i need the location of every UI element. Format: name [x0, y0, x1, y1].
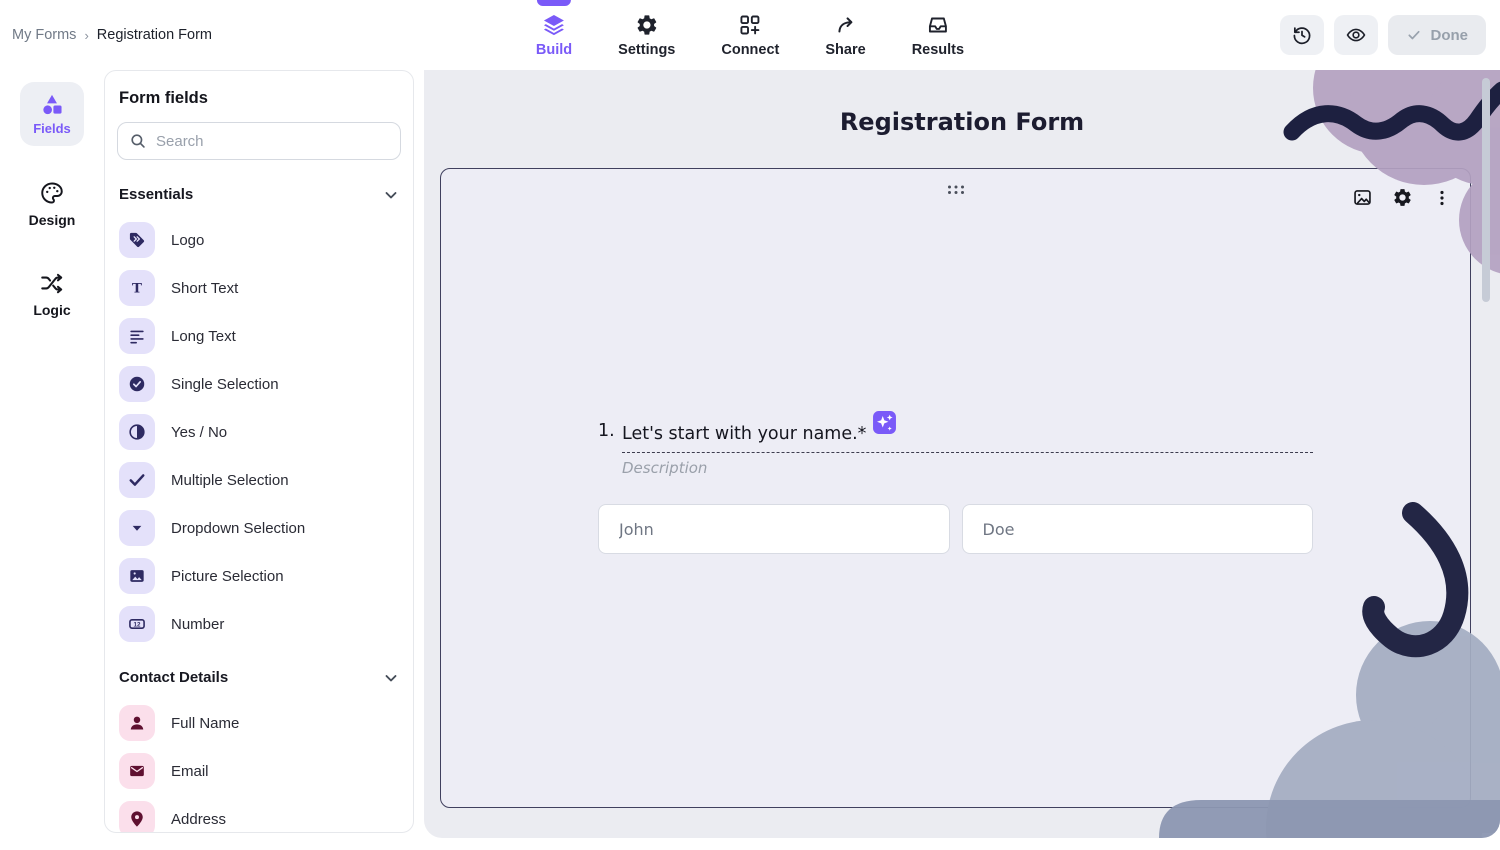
share-arrow-icon — [834, 13, 858, 37]
checkmark-icon — [119, 462, 155, 498]
preview-button[interactable] — [1334, 15, 1378, 55]
sparkles-icon[interactable] — [872, 410, 897, 435]
field-item-long-text[interactable]: Long Text — [105, 312, 413, 360]
eye-icon — [1345, 24, 1367, 46]
palette-icon — [39, 180, 65, 206]
panel-title: Form fields — [119, 89, 413, 108]
first-name-input[interactable] — [598, 504, 950, 554]
tab-results[interactable]: Results — [912, 0, 964, 70]
check-icon — [1406, 27, 1422, 43]
align-left-icon — [119, 318, 155, 354]
field-item-short-text[interactable]: T Short Text — [105, 264, 413, 312]
form-title[interactable]: Registration Form — [424, 108, 1500, 136]
last-name-input[interactable] — [962, 504, 1314, 554]
field-item-logo[interactable]: Logo — [105, 216, 413, 264]
rail-label-logic: Logic — [33, 302, 70, 318]
location-pin-icon — [119, 801, 155, 833]
person-icon — [119, 705, 155, 741]
drag-handle-icon[interactable] — [946, 184, 965, 195]
field-item-single-selection[interactable]: Single Selection — [105, 360, 413, 408]
chevron-down-icon — [383, 670, 399, 686]
top-actions: Done — [1280, 15, 1487, 55]
envelope-icon — [119, 753, 155, 789]
number-pad-icon: 12 — [119, 606, 155, 642]
tab-settings[interactable]: Settings — [618, 0, 675, 70]
rail-item-logic[interactable]: Logic — [0, 270, 104, 318]
tab-connect[interactable]: Connect — [721, 0, 779, 70]
tab-share[interactable]: Share — [825, 0, 865, 70]
field-item-multiple-selection[interactable]: Multiple Selection — [105, 456, 413, 504]
gear-icon — [635, 13, 659, 37]
field-item-email[interactable]: Email — [105, 747, 413, 795]
tag-icon — [119, 222, 155, 258]
left-rail: Fields Design Logic — [0, 70, 104, 850]
question-title-field[interactable]: Let's start with your name.* — [622, 419, 1313, 453]
shapes-icon — [39, 92, 65, 118]
kebab-menu-icon[interactable] — [1432, 188, 1452, 208]
tab-build[interactable]: Build — [536, 0, 572, 70]
caret-down-icon — [119, 510, 155, 546]
breadcrumb-separator: › — [84, 28, 88, 43]
active-tab-indicator — [537, 0, 571, 6]
contact-rows: Full Name Email Address — [105, 699, 413, 833]
field-item-full-name[interactable]: Full Name — [105, 699, 413, 747]
layers-icon — [542, 13, 566, 37]
breadcrumb: My Forms › Registration Form — [12, 0, 212, 70]
field-item-dropdown-selection[interactable]: Dropdown Selection — [105, 504, 413, 552]
letter-t-icon: T — [119, 270, 155, 306]
form-page-card[interactable]: 1. Let's start with your name.* Descript… — [440, 168, 1471, 808]
form-fields-panel: Form fields Essentials Logo T Short Text — [104, 70, 414, 833]
check-circle-icon — [119, 366, 155, 402]
search-input[interactable] — [156, 133, 389, 150]
grid-plus-icon — [738, 13, 762, 37]
history-icon — [1291, 24, 1313, 46]
question-row: 1. Let's start with your name.* — [598, 419, 1313, 453]
name-inputs-row — [598, 504, 1313, 554]
search-icon — [129, 132, 147, 150]
done-label: Done — [1431, 27, 1469, 44]
rail-item-design[interactable]: Design — [0, 180, 104, 228]
history-button[interactable] — [1280, 15, 1324, 55]
top-bar: My Forms › Registration Form Build Setti… — [0, 0, 1500, 70]
image-icon — [119, 558, 155, 594]
field-item-picture-selection[interactable]: Picture Selection — [105, 552, 413, 600]
gear-icon[interactable] — [1392, 187, 1413, 208]
done-button[interactable]: Done — [1388, 15, 1487, 55]
rail-item-fields[interactable]: Fields — [20, 82, 84, 146]
half-circle-icon — [119, 414, 155, 450]
image-icon[interactable] — [1352, 187, 1373, 208]
question-description[interactable]: Description — [622, 459, 707, 477]
question-number: 1. — [598, 419, 622, 441]
shuffle-icon — [39, 270, 65, 296]
rail-label-design: Design — [29, 212, 76, 228]
question-text[interactable]: Let's start with your name.* — [622, 422, 866, 444]
rail-label-fields: Fields — [33, 121, 71, 136]
field-item-yes-no[interactable]: Yes / No — [105, 408, 413, 456]
section-essentials[interactable]: Essentials — [119, 186, 399, 203]
card-toolbar — [1352, 187, 1452, 208]
svg-text:T: T — [132, 281, 142, 297]
field-item-number[interactable]: 12 Number — [105, 600, 413, 648]
top-nav: Build Settings Connect Share Results — [536, 0, 964, 70]
essentials-rows: Logo T Short Text Long Text Single Selec… — [105, 216, 413, 648]
svg-text:12: 12 — [134, 621, 141, 628]
form-canvas: Registration Form 1. Let's start with yo… — [424, 70, 1500, 838]
search-box[interactable] — [117, 122, 401, 160]
breadcrumb-my-forms[interactable]: My Forms — [12, 27, 76, 43]
section-contact-details[interactable]: Contact Details — [119, 669, 399, 686]
field-item-address[interactable]: Address — [105, 795, 413, 833]
inbox-icon — [926, 13, 950, 37]
breadcrumb-current: Registration Form — [97, 27, 212, 43]
chevron-down-icon — [383, 187, 399, 203]
